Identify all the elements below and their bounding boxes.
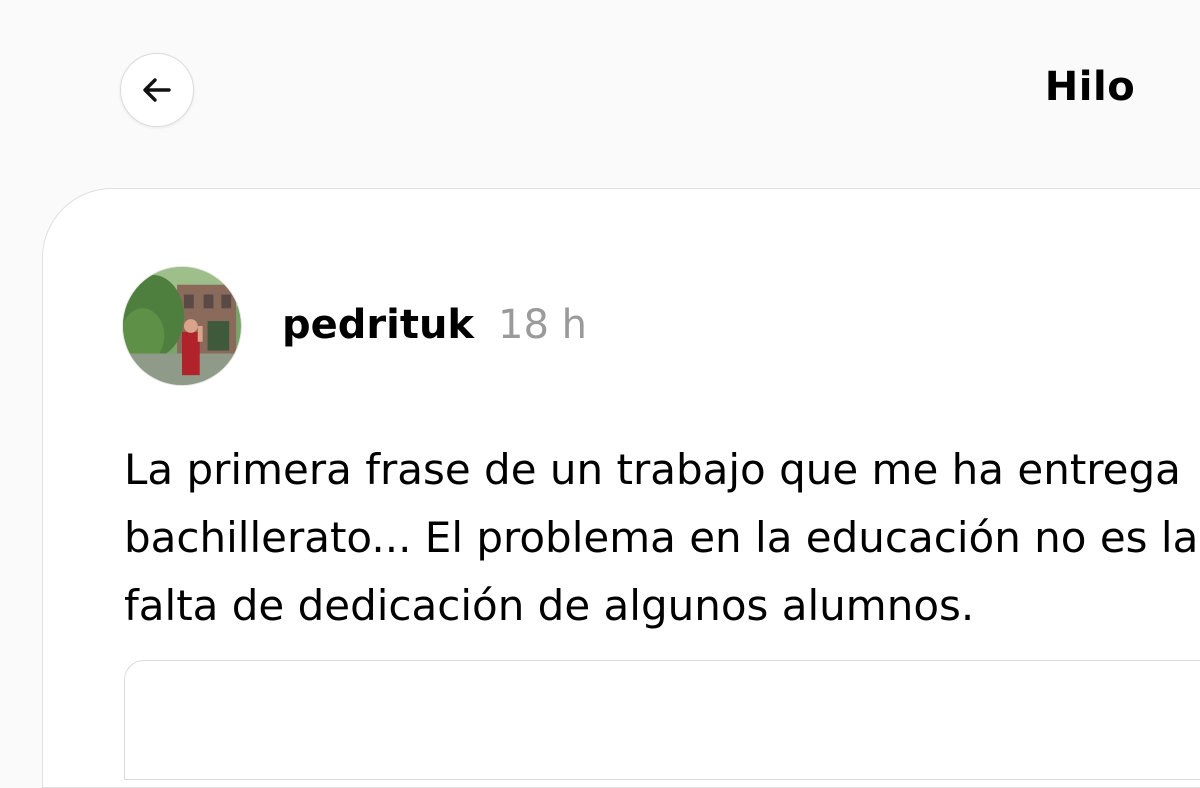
author-row: pedrituk 18 h xyxy=(282,302,587,348)
post-text-line: bachillerato... El problema en la educac… xyxy=(124,513,1199,562)
embedded-media-card[interactable] xyxy=(124,660,1200,780)
profile-photo-icon xyxy=(123,267,241,385)
post-timestamp[interactable]: 18 h xyxy=(498,302,587,348)
username-link[interactable]: pedrituk xyxy=(282,302,474,348)
post-text-line: falta de dedicación de algunos alumnos. xyxy=(124,581,975,630)
post-text: La primera frase de un trabajo que me ha… xyxy=(124,436,1200,640)
post-text-line: La primera frase de un trabajo que me ha… xyxy=(124,445,1181,494)
page-title: Hilo xyxy=(1044,64,1136,110)
avatar[interactable] xyxy=(122,266,242,386)
arrow-left-icon xyxy=(143,78,171,102)
back-button[interactable] xyxy=(120,53,194,127)
